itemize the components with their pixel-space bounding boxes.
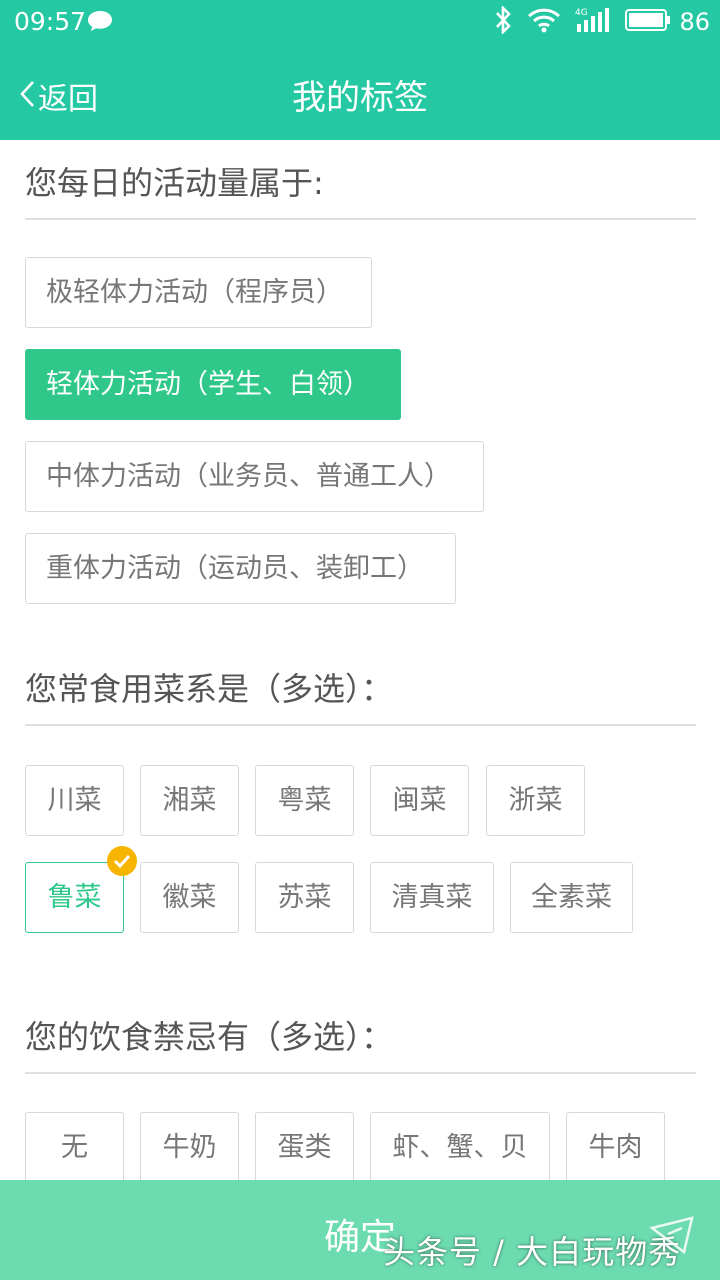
cuisine-chip-fujian[interactable]: 闽菜 — [370, 765, 469, 836]
check-badge-icon — [107, 846, 137, 876]
cuisine-chip-anhui[interactable]: 徽菜 — [140, 862, 239, 933]
status-time: 09:57 — [14, 7, 87, 36]
bluetooth-icon — [493, 4, 513, 38]
taboo-chip-milk[interactable]: 牛奶 — [140, 1112, 239, 1183]
taboo-chip-eggs[interactable]: 蛋类 — [255, 1112, 354, 1183]
activity-option-very-light[interactable]: 极轻体力活动（程序员） — [25, 257, 372, 328]
network-type-label: 4G — [575, 8, 588, 18]
taboo-chip-beef[interactable]: 牛肉 — [566, 1112, 665, 1183]
taboo-section-title: 您的饮食禁忌有（多选）： — [25, 1018, 394, 1056]
chat-bubble-icon — [86, 9, 114, 37]
signal-icon: 4G — [575, 6, 611, 38]
taboo-chip-none[interactable]: 无 — [25, 1112, 124, 1183]
divider — [25, 724, 696, 726]
cuisine-chip-vegetarian[interactable]: 全素菜 — [510, 862, 633, 933]
battery-icon — [625, 7, 671, 37]
nav-bar: 返回 我的标签 — [0, 44, 720, 140]
taboo-chip-seafood[interactable]: 虾、蟹、贝 — [370, 1112, 550, 1183]
status-bar: 09:57 4G 86 — [0, 0, 720, 44]
activity-section-title: 您每日的活动量属于: — [25, 164, 324, 202]
cuisine-chip-jiangsu[interactable]: 苏菜 — [255, 862, 354, 933]
divider — [25, 1072, 696, 1074]
activity-option-heavy[interactable]: 重体力活动（运动员、装卸工） — [25, 533, 456, 604]
divider — [25, 218, 696, 220]
cuisine-chip-cantonese[interactable]: 粤菜 — [255, 765, 354, 836]
battery-level: 86 — [679, 8, 710, 36]
cuisine-chip-halal[interactable]: 清真菜 — [370, 862, 494, 933]
cuisine-chip-sichuan[interactable]: 川菜 — [25, 765, 124, 836]
activity-option-medium[interactable]: 中体力活动（业务员、普通工人） — [25, 441, 484, 512]
wifi-icon — [527, 7, 561, 37]
cuisine-chip-hunan[interactable]: 湘菜 — [140, 765, 239, 836]
cuisine-section-title: 您常食用菜系是（多选）： — [25, 670, 394, 708]
cuisine-chip-zhejiang[interactable]: 浙菜 — [486, 765, 585, 836]
page-title: 我的标签 — [292, 78, 428, 118]
watermark-text: 头条号 / 大白玩物秀 — [383, 1233, 682, 1271]
activity-option-light[interactable]: 轻体力活动（学生、白领） — [25, 349, 401, 420]
watermark-logo-icon — [648, 1212, 700, 1264]
